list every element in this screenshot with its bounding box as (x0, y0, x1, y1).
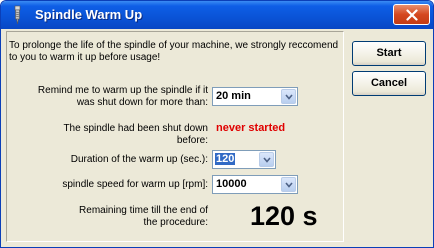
chevron-down-icon (263, 157, 271, 163)
remind-label-line2: was shut down for more than: (76, 97, 208, 108)
window-title: Spindle Warm Up (35, 7, 143, 22)
speed-select[interactable]: 10000 (212, 175, 298, 194)
duration-dropdown-button[interactable] (259, 152, 274, 167)
cancel-button[interactable]: Cancel (352, 71, 426, 96)
chevron-down-icon (285, 94, 293, 100)
speed-dropdown-button[interactable] (281, 177, 296, 192)
dialog-content: To prolonge the life of the spindle of y… (4, 29, 430, 246)
spindle-icon (7, 5, 27, 25)
shutdown-label-line1: The spindle had been shut down (63, 123, 208, 134)
title-bar[interactable]: Spindle Warm Up (1, 1, 433, 29)
remind-label-line1: Remind me to warm up the spindle if it (37, 85, 208, 96)
close-icon (406, 9, 418, 21)
start-button[interactable]: Start (352, 41, 426, 66)
remind-interval-select[interactable]: 20 min (212, 87, 298, 106)
remaining-label-line2: the procedure: (143, 217, 209, 228)
shutdown-label-line2: before: (176, 135, 208, 146)
remaining-time: 120 s (250, 201, 318, 231)
dialog-window: Spindle Warm Up To prolonge the life of … (0, 0, 434, 248)
remind-dropdown-button[interactable] (281, 89, 296, 104)
duration-label: Duration of the warm up (sec.): (70, 154, 208, 165)
duration-value: 120 (215, 153, 236, 165)
speed-value: 10000 (216, 178, 247, 190)
intro-text: To prolonge the life of the spindle of y… (9, 40, 339, 63)
duration-select[interactable]: 120 (212, 150, 276, 169)
close-button[interactable] (393, 4, 430, 25)
chevron-down-icon (285, 182, 293, 188)
shutdown-status: never started (216, 122, 286, 134)
speed-label: spindle speed for warm up [rpm]: (62, 179, 208, 190)
remind-interval-value: 20 min (216, 90, 251, 102)
remaining-label-line1: Remaining time till the end of (79, 205, 208, 216)
